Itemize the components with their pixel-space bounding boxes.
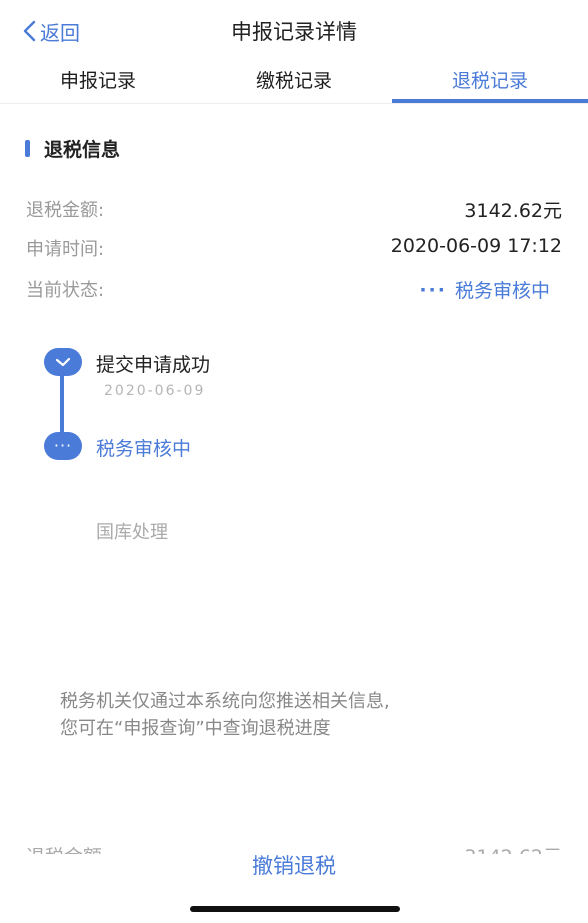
cancel-refund-button[interactable]: 撤销退税 bbox=[0, 850, 588, 880]
current-status-label: 当前状态: bbox=[26, 280, 105, 301]
page-title: 申报记录详情 bbox=[231, 20, 357, 44]
in-progress-icon: ··· bbox=[44, 432, 82, 460]
application-time-label: 申请时间: bbox=[26, 239, 105, 260]
timeline-step-submitted-date: 2020-06-09 bbox=[104, 383, 206, 399]
timeline-step-treasury: 国库处理 bbox=[96, 522, 168, 543]
notice-line-2: 您可在“申报查询”中查询退税进度 bbox=[60, 718, 331, 739]
timeline-step-review: 税务审核中 bbox=[96, 438, 192, 460]
timeline-step-submitted: 提交申请成功 bbox=[96, 354, 211, 376]
section-marker bbox=[25, 140, 30, 157]
application-time-value: 2020-06-09 17:12 bbox=[390, 235, 562, 257]
current-status-text: 税务审核中 bbox=[454, 280, 550, 302]
notice-line-1: 税务机关仅通过本系统向您推送相关信息, bbox=[60, 691, 390, 712]
current-status-value: ··· 税务审核中 bbox=[419, 276, 550, 303]
more-dots-icon: ··· bbox=[419, 278, 447, 301]
tab-tax-refund-records[interactable]: 退税记录 bbox=[392, 66, 588, 102]
tab-tax-payment-records[interactable]: 缴税记录 bbox=[196, 66, 392, 102]
section-title: 退税信息 bbox=[44, 139, 121, 161]
notice-text: 税务机关仅通过本系统向您推送相关信息, 您可在“申报查询”中查询退税进度 bbox=[60, 688, 390, 742]
refund-amount-label: 退税金额: bbox=[26, 200, 105, 221]
tab-declaration-records[interactable]: 申报记录 bbox=[0, 66, 196, 102]
refund-amount-value: 3142.62元 bbox=[464, 200, 562, 222]
home-indicator bbox=[190, 906, 400, 912]
tab-divider bbox=[0, 103, 588, 104]
check-icon bbox=[44, 348, 82, 376]
